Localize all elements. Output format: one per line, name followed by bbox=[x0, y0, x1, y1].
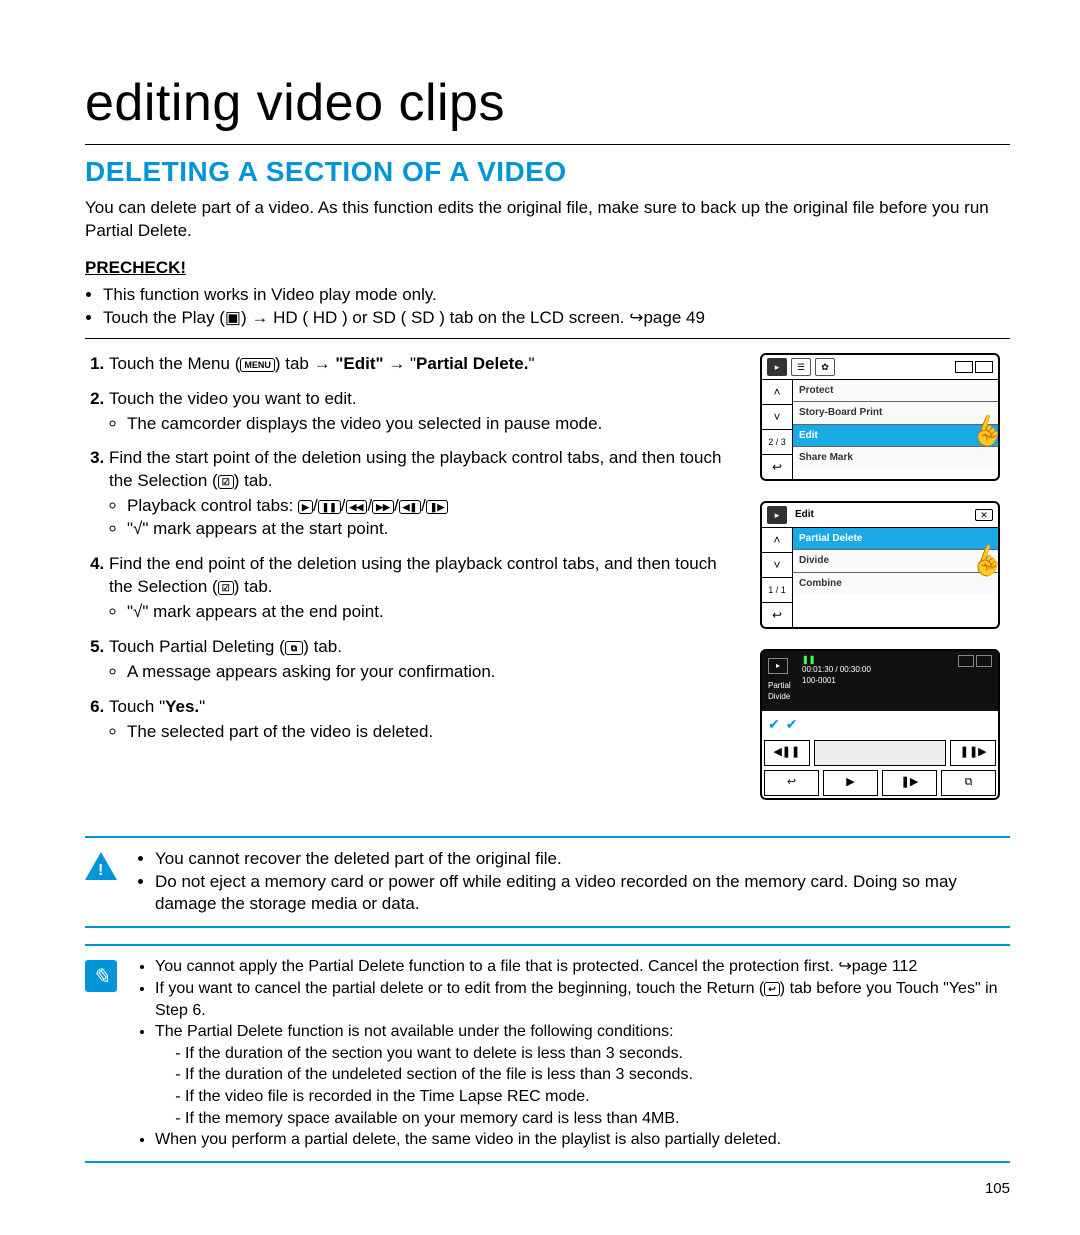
substep: The selected part of the video is delete… bbox=[127, 721, 742, 744]
precheck-item: Touch the Play (▣) → HD ( HD ) or SD ( S… bbox=[103, 307, 1010, 330]
step: Touch Partial Deleting (⧉) tab. A messag… bbox=[109, 636, 742, 684]
play-key-icon: ▶ bbox=[298, 500, 313, 514]
up-button: ˄ bbox=[762, 528, 792, 553]
time-label: 00:01:30 / 00:30:00 bbox=[802, 665, 952, 676]
lcd-edit-screen: ▸ Edit ✕ ˄ ˅ 1 / 1 ↩ Partial Delete Divi… bbox=[760, 501, 1000, 629]
substep: Playback control tabs: ▶/❚❚/◀◀/▶▶/◀❚/❚▶ bbox=[127, 495, 742, 518]
precheck-item: This function works in Video play mode o… bbox=[103, 284, 1010, 307]
play-mode-icon: ▸ bbox=[767, 506, 787, 524]
file-label: 100-0001 bbox=[802, 676, 952, 687]
settings-icon: ✿ bbox=[815, 358, 835, 376]
menu-list: Protect Story-Board Print Edit Share Mar… bbox=[793, 380, 998, 479]
intro-paragraph: You can delete part of a video. As this … bbox=[85, 197, 1010, 243]
note-item: The Partial Delete function is not avail… bbox=[155, 1021, 1010, 1129]
menu-key-icon: MENU bbox=[240, 358, 275, 372]
selection-key-icon: ☑ bbox=[218, 581, 234, 595]
return-button: ↩ bbox=[762, 455, 792, 479]
chapter-title: editing video clips bbox=[85, 68, 1010, 145]
warning-item: You cannot recover the deleted part of t… bbox=[155, 848, 1010, 871]
spacer bbox=[814, 740, 947, 766]
step: Touch "Yes." The selected part of the vi… bbox=[109, 696, 742, 744]
precheck-label: PRECHECK! bbox=[85, 257, 1010, 280]
substep: "√" mark appears at the start point. bbox=[127, 518, 742, 541]
prev-key-icon: ◀❚ bbox=[399, 500, 421, 514]
note-subitem: If the memory space available on your me… bbox=[185, 1108, 1010, 1130]
substep: "√" mark appears at the end point. bbox=[127, 601, 742, 624]
warning-item: Do not eject a memory card or power off … bbox=[155, 871, 1010, 917]
manual-page: editing video clips DELETING A SECTION O… bbox=[0, 0, 1080, 1229]
note-item: When you perform a partial delete, the s… bbox=[155, 1129, 1010, 1151]
note-subitem: If the duration of the section you want … bbox=[185, 1043, 1010, 1065]
page-number: 105 bbox=[85, 1179, 1010, 1199]
note-subitem: If the video file is recorded in the Tim… bbox=[185, 1086, 1010, 1108]
note-item: You cannot apply the Partial Delete func… bbox=[155, 956, 1010, 978]
warning-callout: You cannot recover the deleted part of t… bbox=[85, 836, 1010, 929]
menu-item: Protect bbox=[793, 380, 998, 403]
selection-key-icon: ☑ bbox=[218, 475, 234, 489]
pager-label: 1 / 1 bbox=[762, 578, 792, 603]
check-mark-icon: ✔ bbox=[786, 715, 798, 734]
down-button: ˅ bbox=[762, 405, 792, 430]
step: Find the end point of the deletion using… bbox=[109, 553, 742, 624]
warning-icon bbox=[85, 852, 117, 880]
check-mark-icon: ✔ bbox=[768, 715, 780, 734]
play-button: ▶ bbox=[823, 770, 878, 796]
precheck-list: This function works in Video play mode o… bbox=[85, 284, 1010, 330]
section-heading: DELETING A SECTION OF A VIDEO bbox=[85, 153, 1010, 191]
ff-key-icon: ▶▶ bbox=[372, 500, 394, 514]
menu-item: Combine bbox=[793, 573, 998, 595]
step: Find the start point of the deletion usi… bbox=[109, 447, 742, 541]
note-subitem: If the duration of the undeleted section… bbox=[185, 1064, 1010, 1086]
prev-frame-button: ◀❚❚ bbox=[764, 740, 810, 766]
return-button: ↩ bbox=[762, 603, 792, 627]
play-mode-icon: ▸ bbox=[767, 358, 787, 376]
menu-item-selected: Partial Delete bbox=[793, 528, 998, 551]
rew-key-icon: ◀◀ bbox=[346, 500, 368, 514]
status-icons bbox=[955, 361, 993, 373]
pager-label: 2 / 3 bbox=[762, 430, 792, 455]
return-button: ↩ bbox=[764, 770, 819, 796]
note-item: If you want to cancel the partial delete… bbox=[155, 978, 1010, 1021]
partial-delete-button: ⧉ bbox=[941, 770, 996, 796]
return-key-icon: ↩ bbox=[764, 982, 780, 996]
mode-label: Partial Divide bbox=[768, 681, 796, 703]
down-button: ˅ bbox=[762, 553, 792, 578]
partial-delete-key-icon: ⧉ bbox=[285, 641, 303, 655]
substep: The camcorder displays the video you sel… bbox=[127, 413, 742, 436]
menu-item: Story-Board Print bbox=[793, 402, 998, 425]
close-icon: ✕ bbox=[975, 509, 993, 521]
play-mode-icon: ▸ bbox=[768, 658, 788, 674]
step-button: ❚▶ bbox=[882, 770, 937, 796]
screen-title: Edit bbox=[795, 508, 814, 522]
divider bbox=[85, 338, 1010, 339]
step: Touch the video you want to edit. The ca… bbox=[109, 388, 742, 436]
up-button: ˄ bbox=[762, 380, 792, 405]
next-frame-button: ❚❚▶ bbox=[950, 740, 996, 766]
menu-item: Share Mark bbox=[793, 447, 998, 469]
note-icon: ✎ bbox=[85, 960, 117, 992]
marker-row: ✔✔ bbox=[762, 711, 998, 738]
pause-indicator-icon: ❚❚ bbox=[802, 655, 952, 666]
step: Touch the Menu (MENU) tab → "Edit" → "Pa… bbox=[109, 353, 742, 376]
lcd-menu-screen: ▸ ☰ ✿ ˄ ˅ 2 / 3 ↩ Protect Story-Board Pr… bbox=[760, 353, 1000, 481]
pause-key-icon: ❚❚ bbox=[318, 500, 341, 514]
next-key-icon: ❚▶ bbox=[426, 500, 448, 514]
lcd-playback-screen: ▸ Partial Divide ❚❚ 00:01:30 / 00:30:00 … bbox=[760, 649, 1000, 800]
substep: A message appears asking for your confir… bbox=[127, 661, 742, 684]
note-callout: ✎ You cannot apply the Partial Delete fu… bbox=[85, 944, 1010, 1162]
steps-list: Touch the Menu (MENU) tab → "Edit" → "Pa… bbox=[85, 353, 742, 744]
list-icon: ☰ bbox=[791, 358, 811, 376]
